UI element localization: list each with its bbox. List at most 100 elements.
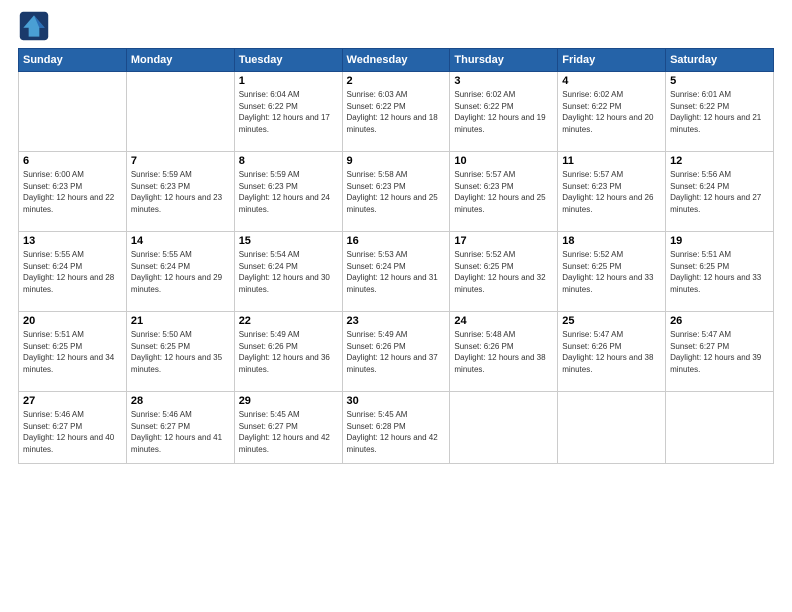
day-info: Sunrise: 5:57 AM Sunset: 6:23 PM Dayligh… [562,169,661,215]
day-info: Sunrise: 5:47 AM Sunset: 6:27 PM Dayligh… [670,329,769,375]
weekday-header-saturday: Saturday [666,49,774,72]
day-cell: 30 Sunrise: 5:45 AM Sunset: 6:28 PM Dayli… [342,392,450,464]
day-number: 9 [347,155,446,167]
day-info: Sunrise: 5:55 AM Sunset: 6:24 PM Dayligh… [23,249,122,295]
day-number: 16 [347,235,446,247]
day-number: 19 [670,235,769,247]
week-row-3: 13 Sunrise: 5:55 AM Sunset: 6:24 PM Dayli… [19,232,774,312]
day-number: 7 [131,155,230,167]
week-row-5: 27Sunrise: 5:46 AM Sunset: 6:27 PM Dayli… [19,392,774,464]
day-info: Sunrise: 5:49 AM Sunset: 6:26 PM Dayligh… [239,329,338,375]
day-number: 24 [454,315,553,327]
calendar-table: SundayMondayTuesdayWednesdayThursdayFrid… [18,48,774,464]
day-cell: 16 Sunrise: 5:53 AM Sunset: 6:24 PM Dayli… [342,232,450,312]
day-info: Sunrise: 5:48 AM Sunset: 6:26 PM Dayligh… [454,329,553,375]
day-number: 28 [131,395,230,407]
day-cell: 3 Sunrise: 6:02 AM Sunset: 6:22 PM Daylig… [450,72,558,152]
weekday-header-sunday: Sunday [19,49,127,72]
page: SundayMondayTuesdayWednesdayThursdayFrid… [0,0,792,612]
day-cell: 12 Sunrise: 5:56 AM Sunset: 6:24 PM Dayli… [666,152,774,232]
weekday-header-tuesday: Tuesday [234,49,342,72]
day-number: 30 [347,395,446,407]
day-info: Sunrise: 6:00 AM Sunset: 6:23 PM Dayligh… [23,169,122,215]
day-cell: 8Sunrise: 5:59 AM Sunset: 6:23 PM Daylig… [234,152,342,232]
day-number: 11 [562,155,661,167]
day-info: Sunrise: 5:59 AM Sunset: 6:23 PM Dayligh… [131,169,230,215]
day-info: Sunrise: 5:47 AM Sunset: 6:26 PM Dayligh… [562,329,661,375]
day-info: Sunrise: 5:51 AM Sunset: 6:25 PM Dayligh… [23,329,122,375]
logo [18,10,52,42]
day-number: 1 [239,75,338,87]
week-row-2: 6Sunrise: 6:00 AM Sunset: 6:23 PM Daylig… [19,152,774,232]
day-cell: 22Sunrise: 5:49 AM Sunset: 6:26 PM Dayli… [234,312,342,392]
day-info: Sunrise: 6:03 AM Sunset: 6:22 PM Dayligh… [347,89,446,135]
day-cell: 18 Sunrise: 5:52 AM Sunset: 6:25 PM Dayli… [558,232,666,312]
day-info: Sunrise: 5:54 AM Sunset: 6:24 PM Dayligh… [239,249,338,295]
day-number: 18 [562,235,661,247]
day-number: 10 [454,155,553,167]
weekday-header-monday: Monday [126,49,234,72]
day-number: 15 [239,235,338,247]
day-number: 25 [562,315,661,327]
day-info: Sunrise: 6:04 AM Sunset: 6:22 PM Dayligh… [239,89,338,135]
day-info: Sunrise: 6:02 AM Sunset: 6:22 PM Dayligh… [562,89,661,135]
day-cell [450,392,558,464]
day-cell: 11 Sunrise: 5:57 AM Sunset: 6:23 PM Dayli… [558,152,666,232]
day-info: Sunrise: 5:57 AM Sunset: 6:23 PM Dayligh… [454,169,553,215]
day-cell: 5Sunrise: 6:01 AM Sunset: 6:22 PM Daylig… [666,72,774,152]
day-number: 12 [670,155,769,167]
day-info: Sunrise: 5:46 AM Sunset: 6:27 PM Dayligh… [131,409,230,455]
day-info: Sunrise: 5:51 AM Sunset: 6:25 PM Dayligh… [670,249,769,295]
day-cell: 7 Sunrise: 5:59 AM Sunset: 6:23 PM Daylig… [126,152,234,232]
day-cell [666,392,774,464]
day-info: Sunrise: 5:53 AM Sunset: 6:24 PM Dayligh… [347,249,446,295]
weekday-header-friday: Friday [558,49,666,72]
day-number: 2 [347,75,446,87]
day-number: 17 [454,235,553,247]
day-cell: 21 Sunrise: 5:50 AM Sunset: 6:25 PM Dayli… [126,312,234,392]
day-cell: 4 Sunrise: 6:02 AM Sunset: 6:22 PM Daylig… [558,72,666,152]
day-cell: 23 Sunrise: 5:49 AM Sunset: 6:26 PM Dayli… [342,312,450,392]
logo-icon [18,10,50,42]
week-row-4: 20 Sunrise: 5:51 AM Sunset: 6:25 PM Dayli… [19,312,774,392]
day-cell: 1 Sunrise: 6:04 AM Sunset: 6:22 PM Daylig… [234,72,342,152]
day-cell: 25 Sunrise: 5:47 AM Sunset: 6:26 PM Dayli… [558,312,666,392]
day-info: Sunrise: 6:02 AM Sunset: 6:22 PM Dayligh… [454,89,553,135]
day-number: 26 [670,315,769,327]
day-number: 21 [131,315,230,327]
day-cell: 17 Sunrise: 5:52 AM Sunset: 6:25 PM Dayli… [450,232,558,312]
day-cell [558,392,666,464]
header [18,10,774,42]
day-info: Sunrise: 5:45 AM Sunset: 6:27 PM Dayligh… [239,409,338,455]
day-cell: 2 Sunrise: 6:03 AM Sunset: 6:22 PM Daylig… [342,72,450,152]
day-number: 8 [239,155,338,167]
day-number: 29 [239,395,338,407]
day-info: Sunrise: 5:55 AM Sunset: 6:24 PM Dayligh… [131,249,230,295]
day-cell: 19 Sunrise: 5:51 AM Sunset: 6:25 PM Dayli… [666,232,774,312]
day-number: 13 [23,235,122,247]
day-cell: 20 Sunrise: 5:51 AM Sunset: 6:25 PM Dayli… [19,312,127,392]
weekday-header-thursday: Thursday [450,49,558,72]
day-cell [19,72,127,152]
day-info: Sunrise: 5:46 AM Sunset: 6:27 PM Dayligh… [23,409,122,455]
day-info: Sunrise: 5:56 AM Sunset: 6:24 PM Dayligh… [670,169,769,215]
day-cell: 28 Sunrise: 5:46 AM Sunset: 6:27 PM Dayli… [126,392,234,464]
day-cell: 10 Sunrise: 5:57 AM Sunset: 6:23 PM Dayli… [450,152,558,232]
day-cell: 29 Sunrise: 5:45 AM Sunset: 6:27 PM Dayli… [234,392,342,464]
day-number: 23 [347,315,446,327]
day-number: 14 [131,235,230,247]
day-cell: 9 Sunrise: 5:58 AM Sunset: 6:23 PM Daylig… [342,152,450,232]
day-info: Sunrise: 5:49 AM Sunset: 6:26 PM Dayligh… [347,329,446,375]
day-cell: 6Sunrise: 6:00 AM Sunset: 6:23 PM Daylig… [19,152,127,232]
day-number: 3 [454,75,553,87]
day-info: Sunrise: 5:45 AM Sunset: 6:28 PM Dayligh… [347,409,446,455]
day-info: Sunrise: 5:58 AM Sunset: 6:23 PM Dayligh… [347,169,446,215]
day-info: Sunrise: 5:52 AM Sunset: 6:25 PM Dayligh… [562,249,661,295]
day-info: Sunrise: 5:50 AM Sunset: 6:25 PM Dayligh… [131,329,230,375]
day-cell: 14 Sunrise: 5:55 AM Sunset: 6:24 PM Dayli… [126,232,234,312]
day-cell: 24 Sunrise: 5:48 AM Sunset: 6:26 PM Dayli… [450,312,558,392]
weekday-header-row: SundayMondayTuesdayWednesdayThursdayFrid… [19,49,774,72]
day-info: Sunrise: 5:52 AM Sunset: 6:25 PM Dayligh… [454,249,553,295]
day-number: 4 [562,75,661,87]
day-number: 20 [23,315,122,327]
